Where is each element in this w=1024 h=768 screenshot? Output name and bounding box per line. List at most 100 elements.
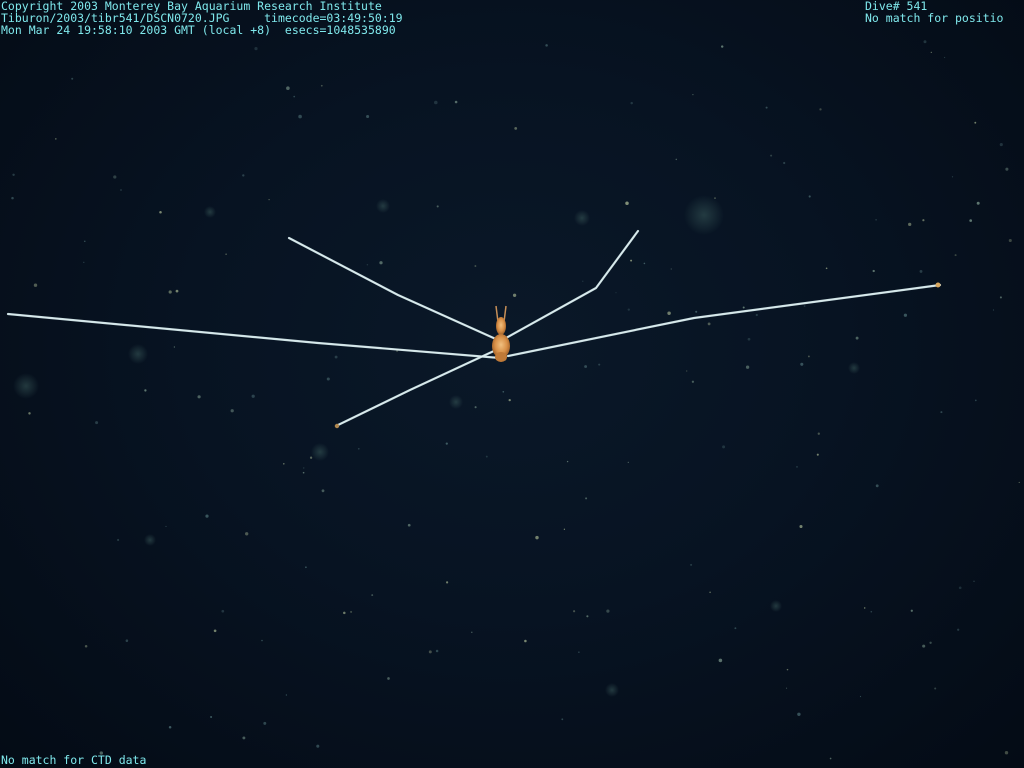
snow-speck <box>175 289 179 293</box>
snow-speck <box>321 489 325 493</box>
snow-speck <box>573 610 576 613</box>
snow-speck <box>561 718 564 721</box>
snow-speck <box>863 607 866 609</box>
snow-speck <box>261 639 263 642</box>
snow-speck <box>707 322 711 326</box>
snow-speck <box>366 263 369 266</box>
snow-speck <box>251 394 255 398</box>
snow-speck <box>721 45 724 48</box>
snow-speck <box>334 355 338 359</box>
snow-speck <box>691 380 695 383</box>
snow-speck <box>944 56 946 59</box>
snow-speck <box>83 261 85 263</box>
snow-speck <box>286 86 290 90</box>
snow-speck <box>923 40 927 44</box>
snow-speck <box>303 467 305 469</box>
snow-speck <box>722 445 726 449</box>
snow-speck <box>796 466 798 468</box>
snow-speck <box>630 259 633 262</box>
snow-speck <box>709 591 711 594</box>
metadata-overlay-top-left: Copyright 2003 Monterey Bay Aquarium Res… <box>1 0 403 36</box>
snow-speck <box>903 313 908 317</box>
snow-speck <box>675 158 678 161</box>
snow-speck <box>829 757 832 760</box>
snow-speck <box>816 453 819 456</box>
snow-speck <box>159 211 162 214</box>
snow-speck <box>545 44 548 47</box>
snow-speck <box>197 395 201 399</box>
underwater-photo-frame: Copyright 2003 Monterey Bay Aquarium Res… <box>0 0 1024 768</box>
snow-speck <box>627 308 630 311</box>
position-status-text: No match for positio <box>865 11 1004 25</box>
snow-speck <box>922 644 926 648</box>
snow-speck <box>585 497 588 500</box>
snow-speck <box>870 610 873 613</box>
sea-spider-legs <box>6 229 942 428</box>
snow-speck <box>268 198 270 201</box>
snow-speck <box>71 77 74 80</box>
snow-speck <box>320 84 323 87</box>
snow-speck <box>225 253 227 255</box>
snow-speck <box>875 218 877 221</box>
snow-speck <box>929 641 932 644</box>
snow-speck <box>786 687 788 689</box>
snow-speck <box>800 362 804 366</box>
snow-speck <box>919 269 923 273</box>
snow-speck <box>316 744 320 748</box>
snow-speck <box>242 174 245 177</box>
snow-speck <box>765 106 768 109</box>
snow-speck <box>797 712 801 717</box>
snow-speck <box>606 609 610 613</box>
snow-speck <box>817 432 820 435</box>
snow-speck <box>957 628 960 631</box>
snow-speck <box>692 93 694 96</box>
snow-speck <box>745 365 750 369</box>
snow-speck <box>951 176 954 178</box>
snow-speck <box>435 649 439 653</box>
snow-speck <box>407 523 411 527</box>
snow-speck <box>245 532 249 536</box>
snow-speck <box>714 197 716 199</box>
snow-speck <box>350 610 353 613</box>
marine-snow-specks <box>11 40 1020 760</box>
snow-speck <box>974 121 977 124</box>
snow-speck <box>783 161 786 165</box>
snow-speck <box>999 143 1003 147</box>
snow-speck <box>807 355 810 358</box>
sea-spider-head <box>496 317 506 335</box>
snow-speck <box>512 293 517 297</box>
snow-speck <box>309 456 313 459</box>
snow-speck <box>302 471 305 474</box>
snow-speck <box>582 280 584 282</box>
snow-speck <box>770 154 773 157</box>
snow-speck <box>84 240 86 243</box>
snow-speck <box>930 51 932 54</box>
snow-speck <box>584 365 588 368</box>
snow-speck <box>969 219 973 222</box>
snow-speck <box>667 311 671 315</box>
snow-speck <box>283 463 285 465</box>
snow-speck <box>113 175 117 179</box>
snow-speck <box>922 219 925 222</box>
snow-speck <box>84 645 88 648</box>
snow-speck <box>508 398 511 402</box>
snow-speck <box>734 627 737 630</box>
snow-speck <box>445 442 448 445</box>
snow-speck <box>230 409 234 413</box>
snow-speck <box>755 313 758 317</box>
snow-speck <box>446 581 449 584</box>
snow-speck <box>485 455 488 458</box>
snow-speck <box>298 114 302 119</box>
snow-speck <box>803 305 806 307</box>
snow-speck <box>502 390 505 393</box>
snow-speck <box>695 310 698 313</box>
snow-speck <box>747 337 751 341</box>
snow-speck <box>625 201 629 206</box>
snow-speck <box>958 586 962 590</box>
snow-speck <box>125 639 129 642</box>
snow-speck <box>436 205 439 208</box>
snow-speck <box>976 201 980 205</box>
snow-speck <box>454 100 458 104</box>
snow-speck <box>343 611 346 615</box>
snow-speck <box>326 377 330 381</box>
